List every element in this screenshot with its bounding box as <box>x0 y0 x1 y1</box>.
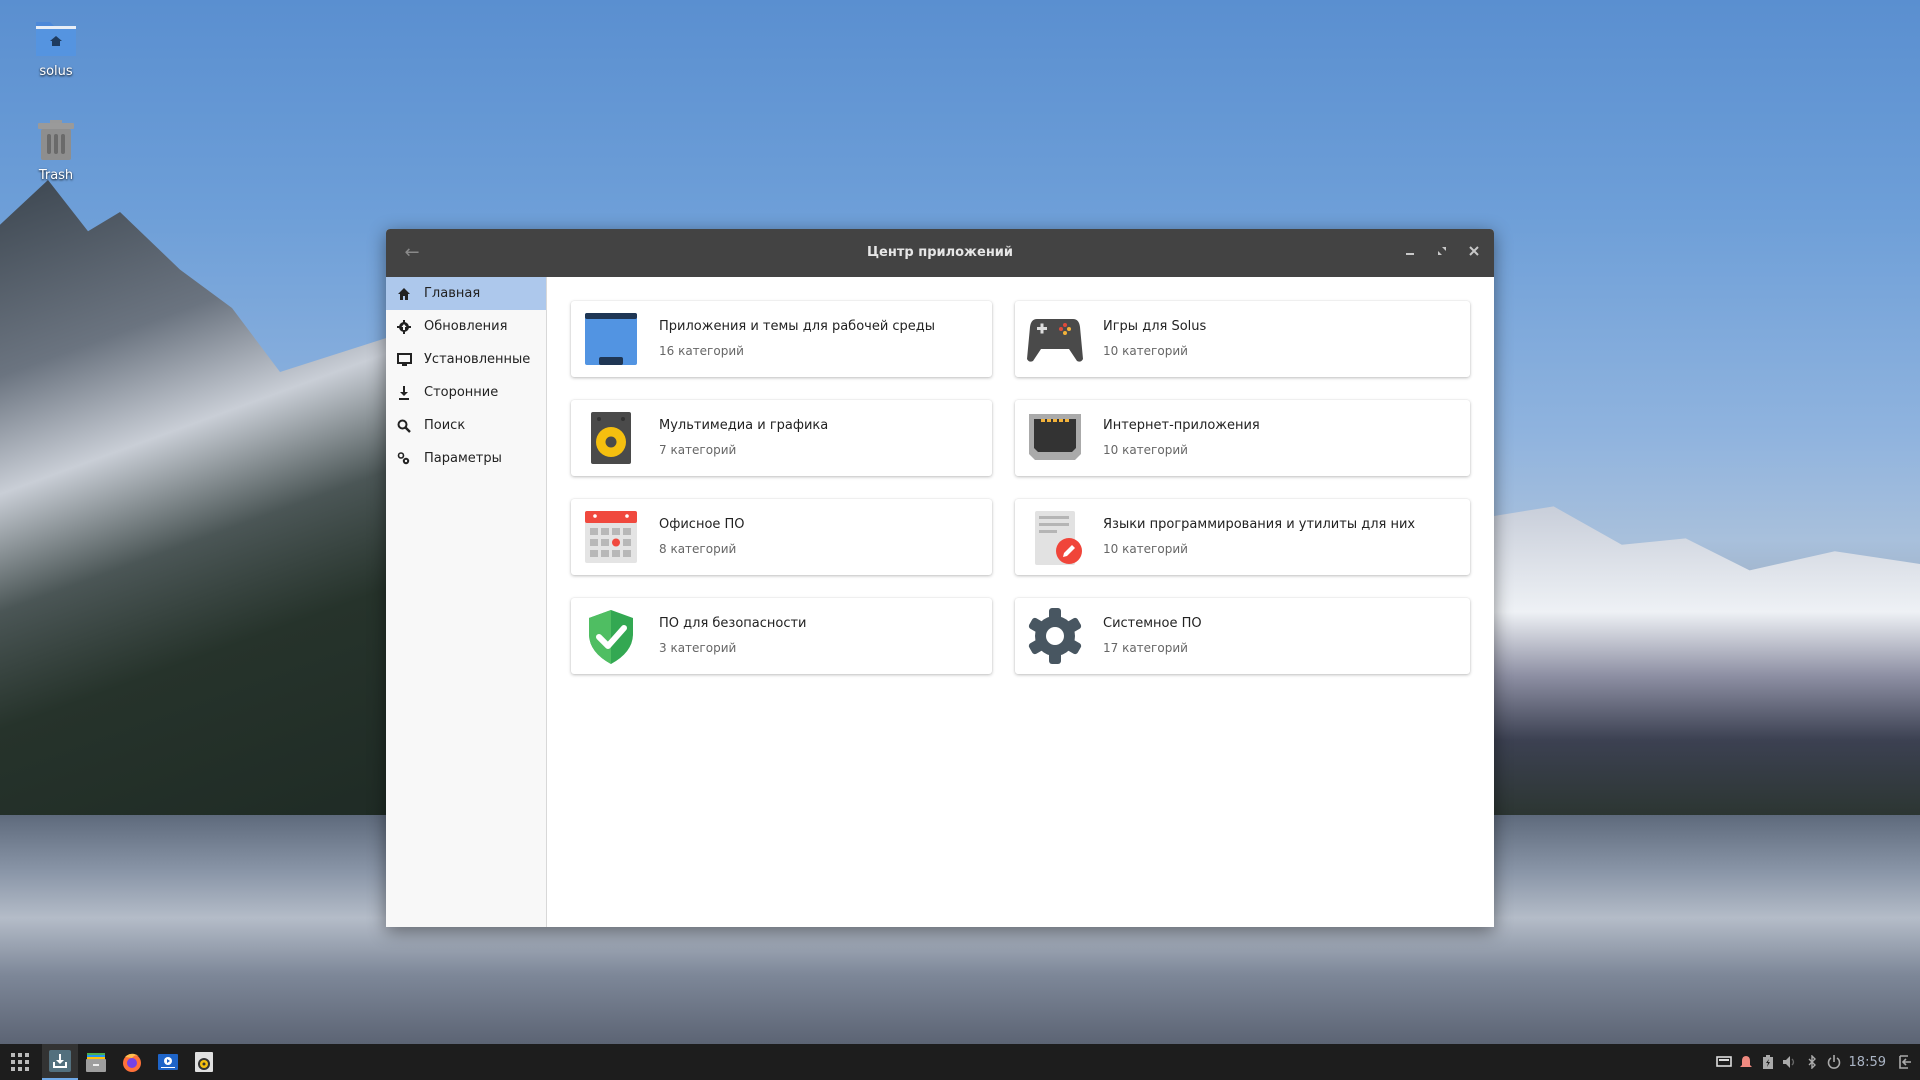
desktop-icon-trash[interactable]: Trash <box>16 120 96 183</box>
software-center-icon <box>49 1050 71 1072</box>
gear-icon <box>1028 608 1082 664</box>
back-button[interactable]: ← <box>400 241 424 265</box>
category-card-development[interactable]: Языки программирования и утилиты для них… <box>1015 499 1470 575</box>
shield-check-icon <box>589 610 633 664</box>
category-count: 10 категорий <box>1103 344 1188 358</box>
category-count: 10 категорий <box>1103 443 1188 457</box>
category-title: Языки программирования и утилиты для них <box>1103 517 1416 532</box>
window-title: Центр приложений <box>866 245 1014 260</box>
sidebar-item-home[interactable]: Главная <box>386 277 546 310</box>
sidebar-item-label: Установленные <box>424 352 531 367</box>
sidebar-item-installed[interactable]: Установленные <box>386 343 546 376</box>
bluetooth-icon[interactable] <box>1801 1044 1823 1080</box>
category-title: Интернет-приложения <box>1103 418 1260 433</box>
video-player-icon <box>158 1054 178 1070</box>
main-content: Приложения и темы для рабочей среды 16 к… <box>547 277 1494 927</box>
category-title: Офисное ПО <box>659 517 745 532</box>
sidebar: Главная Обновления Установленные Сторонн… <box>386 277 547 927</box>
sidebar-item-settings[interactable]: Параметры <box>386 442 546 475</box>
sidebar-item-label: Главная <box>424 286 481 301</box>
category-count: 16 категорий <box>659 344 744 358</box>
category-title: Системное ПО <box>1103 616 1202 631</box>
close-icon <box>1469 246 1479 256</box>
calendar-icon <box>585 511 637 563</box>
category-card-office[interactable]: Офисное ПО 8 категорий <box>571 499 992 575</box>
logout-icon[interactable] <box>1894 1044 1916 1080</box>
clock[interactable]: 18:59 <box>1849 1055 1886 1070</box>
monitor-icon <box>396 352 412 368</box>
desktop-icon <box>585 313 637 365</box>
sidebar-item-label: Сторонние <box>424 385 499 400</box>
updates-icon <box>396 319 412 335</box>
system-tray: 18:59 <box>1713 1044 1920 1080</box>
settings-icon <box>396 451 412 467</box>
taskbar-software-center[interactable] <box>42 1044 78 1080</box>
search-icon <box>396 418 412 434</box>
minimize-icon <box>1406 253 1414 255</box>
network-icon[interactable] <box>1713 1044 1735 1080</box>
power-icon[interactable] <box>1823 1044 1845 1080</box>
close-button[interactable] <box>1462 241 1486 265</box>
software-center-window: Центр приложений ← Главная Обновления Ус… <box>386 229 1494 927</box>
sidebar-item-updates[interactable]: Обновления <box>386 310 546 343</box>
taskbar-firefox[interactable] <box>114 1044 150 1080</box>
category-title: Игры для Solus <box>1103 319 1207 334</box>
category-count: 7 категорий <box>659 443 737 457</box>
category-count: 17 категорий <box>1103 641 1188 655</box>
battery-icon[interactable] <box>1757 1044 1779 1080</box>
category-card-system[interactable]: Системное ПО 17 категорий <box>1015 598 1470 674</box>
text-editor-icon <box>1035 511 1082 565</box>
maximize-icon <box>1438 247 1446 255</box>
sidebar-item-label: Обновления <box>424 319 508 334</box>
arrow-left-icon: ← <box>404 242 420 263</box>
desktop-icon-home[interactable]: solus <box>16 18 96 79</box>
category-count: 3 категорий <box>659 641 737 655</box>
taskbar-files[interactable] <box>78 1044 114 1080</box>
sidebar-item-third-party[interactable]: Сторонние <box>386 376 546 409</box>
category-count: 10 категорий <box>1103 542 1188 556</box>
taskbar-video-player[interactable] <box>150 1044 186 1080</box>
category-title: Мультимедиа и графика <box>659 418 829 433</box>
sidebar-item-label: Параметры <box>424 451 502 466</box>
speaker-icon <box>591 412 631 464</box>
home-folder-icon <box>36 22 76 56</box>
maximize-button[interactable] <box>1430 241 1454 265</box>
file-manager-icon <box>86 1053 106 1072</box>
gamepad-icon <box>1027 319 1083 362</box>
trash-icon <box>38 120 74 160</box>
volume-icon[interactable] <box>1779 1044 1801 1080</box>
minimize-button[interactable] <box>1398 241 1422 265</box>
taskbar: 18:59 <box>0 1044 1920 1080</box>
speaker-icon <box>195 1052 213 1072</box>
sidebar-item-label: Поиск <box>424 418 466 433</box>
app-launcher-button[interactable] <box>2 1044 38 1080</box>
grid-icon <box>11 1053 29 1071</box>
category-count: 8 категорий <box>659 542 737 556</box>
category-card-internet[interactable]: Интернет-приложения 10 категорий <box>1015 400 1470 476</box>
category-card-games[interactable]: Игры для Solus 10 категорий <box>1015 301 1470 377</box>
category-title: ПО для безопасности <box>659 616 807 631</box>
notification-icon[interactable] <box>1735 1044 1757 1080</box>
category-card-multimedia[interactable]: Мультимедиа и графика 7 категорий <box>571 400 992 476</box>
taskbar-rhythmbox[interactable] <box>186 1044 222 1080</box>
firefox-icon <box>123 1053 141 1072</box>
desktop-icon-label: Trash <box>38 168 74 183</box>
desktop-icon-label: solus <box>39 64 73 79</box>
download-icon <box>396 385 412 401</box>
ethernet-icon <box>1029 414 1081 460</box>
titlebar: Центр приложений ← <box>386 229 1494 277</box>
category-title: Приложения и темы для рабочей среды <box>659 319 936 334</box>
home-icon <box>396 286 412 302</box>
category-card-security[interactable]: ПО для безопасности 3 категорий <box>571 598 992 674</box>
category-card-desktop[interactable]: Приложения и темы для рабочей среды 16 к… <box>571 301 992 377</box>
sidebar-item-search[interactable]: Поиск <box>386 409 546 442</box>
